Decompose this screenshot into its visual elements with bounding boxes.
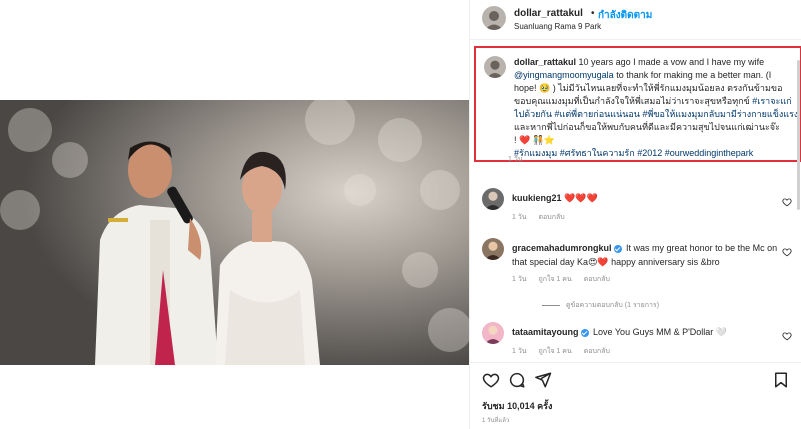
- caption-mention[interactable]: @yingmangmoomyugala: [514, 70, 614, 80]
- replies-divider: [542, 304, 560, 306]
- wedding-photo-illustration: [0, 100, 469, 365]
- bookmark-icon[interactable]: [772, 371, 790, 389]
- commenter-avatar[interactable]: [482, 188, 504, 210]
- post-header: dollar_rattakul • กำลังติดตาม Suanluang …: [470, 0, 801, 40]
- likes-count[interactable]: ถูกใจ 1 คน: [539, 348, 572, 355]
- comments-scrollbar[interactable]: [796, 0, 801, 362]
- reply-button[interactable]: ตอบกลับ: [539, 214, 565, 221]
- commenter-username[interactable]: kuukieng21: [512, 193, 562, 203]
- comment-body: kuukieng21 ❤️❤️❤️: [512, 191, 782, 205]
- comment-body: gracemahadumrongkul It was my great hono…: [512, 241, 782, 269]
- caption-text: dollar_rattakul 10 years ago I made a vo…: [514, 56, 798, 160]
- post-photo[interactable]: [0, 100, 469, 365]
- heart-icon[interactable]: [482, 371, 500, 389]
- caption-line1: 10 years ago I made a vow and I have my …: [578, 57, 765, 67]
- hashtag-link[interactable]: ไปด้วยกัน: [514, 109, 552, 119]
- post-timestamp: 1 วันที่แล้ว: [482, 418, 510, 424]
- comment-time: 1 วัน: [512, 348, 527, 355]
- verified-badge-icon: [580, 328, 589, 337]
- hashtag-link[interactable]: #เราจะแก่: [750, 96, 791, 106]
- author-username[interactable]: dollar_rattakul: [514, 8, 583, 19]
- caption-highlight: dollar_rattakul 10 years ago I made a vo…: [474, 46, 801, 162]
- caption-line2: to thank for making me a better man. (I: [613, 70, 772, 80]
- reply-button[interactable]: ตอบกลับ: [584, 276, 610, 283]
- comment-meta: 1 วัน ถูกใจ 1 คน ตอบกลับ: [512, 274, 620, 285]
- comment-time: 1 วัน: [512, 276, 527, 283]
- comment-meta: 1 วัน ถูกใจ 1 คน ตอบกลับ: [512, 346, 620, 357]
- caption-timestamp: 1 วัน: [508, 156, 523, 163]
- comment-icon[interactable]: [508, 371, 526, 389]
- commenter-username[interactable]: tataamitayoung: [512, 327, 579, 337]
- post-panel: dollar_rattakul • กำลังติดตาม Suanluang …: [469, 0, 801, 429]
- following-button[interactable]: กำลังติดตาม: [598, 8, 652, 23]
- comment-heart-icon[interactable]: [782, 244, 792, 257]
- caption-line4: ขอบคุณแมงมุมที่เป็นกำลังใจให้พี่เสมอไม่ว…: [514, 96, 750, 106]
- comment-body: tataamitayoung Love You Guys MM & P'Doll…: [512, 325, 782, 339]
- post-actions: รับชม 10,014 ครั้ง 1 วันที่แล้ว: [470, 362, 801, 429]
- reply-button[interactable]: ตอบกลับ: [584, 348, 610, 355]
- likes-count[interactable]: ถูกใจ 1 คน: [539, 276, 572, 283]
- hashtag-link[interactable]: #แต่พี่ตายก่อนแน่นอน: [552, 109, 640, 119]
- view-replies-button[interactable]: ดูข้อความตอบกลับ (1 รายการ): [542, 300, 659, 311]
- view-count[interactable]: รับชม 10,014 ครั้ง: [482, 399, 552, 413]
- caption-hashtags[interactable]: #รักแมงมุม #ศรัทธาในความรัก #2012 #ourwe…: [514, 147, 798, 160]
- commenter-username[interactable]: gracemahadumrongkul: [512, 243, 612, 253]
- commenter-avatar[interactable]: [482, 322, 504, 344]
- scrollbar-thumb[interactable]: [797, 60, 800, 210]
- commenter-avatar[interactable]: [482, 238, 504, 260]
- view-replies-label: ดูข้อความตอบกลับ (1 รายการ): [566, 302, 660, 309]
- caption-line6: และหากพี่ไปก่อนก็ขอให้พบกับคนที่ดีและมีค…: [514, 122, 780, 132]
- comment-heart-icon[interactable]: [782, 328, 792, 341]
- location-link[interactable]: Suanluang Rama 9 Park: [514, 22, 601, 31]
- comment-text: Love You Guys MM & P'Dollar 🤍: [593, 327, 728, 337]
- caption-avatar[interactable]: [484, 56, 506, 78]
- verified-badge-icon: [613, 244, 622, 253]
- paper-plane-icon[interactable]: [534, 371, 552, 389]
- comment-heart-icon[interactable]: [782, 194, 792, 207]
- post-media: [0, 0, 469, 429]
- caption-line3: hope! 🥹 ) ไม่มีวันไหนเลยที่จะทำให้พี่รัก…: [514, 83, 783, 93]
- separator-dot: •: [591, 8, 595, 19]
- comment-time: 1 วัน: [512, 214, 527, 221]
- comment-text: ❤️❤️❤️: [564, 193, 598, 203]
- caption-username[interactable]: dollar_rattakul: [514, 57, 576, 67]
- hashtag-link[interactable]: #พี่ขอให้แมงมุมกลับมามีร่างกายแข็งแรง: [640, 109, 798, 119]
- author-avatar[interactable]: [482, 6, 506, 30]
- comment-meta: 1 วัน ตอบกลับ: [512, 212, 575, 223]
- caption-line7: ! ❤️ 🧑‍🤝‍🧑⭐: [514, 135, 556, 145]
